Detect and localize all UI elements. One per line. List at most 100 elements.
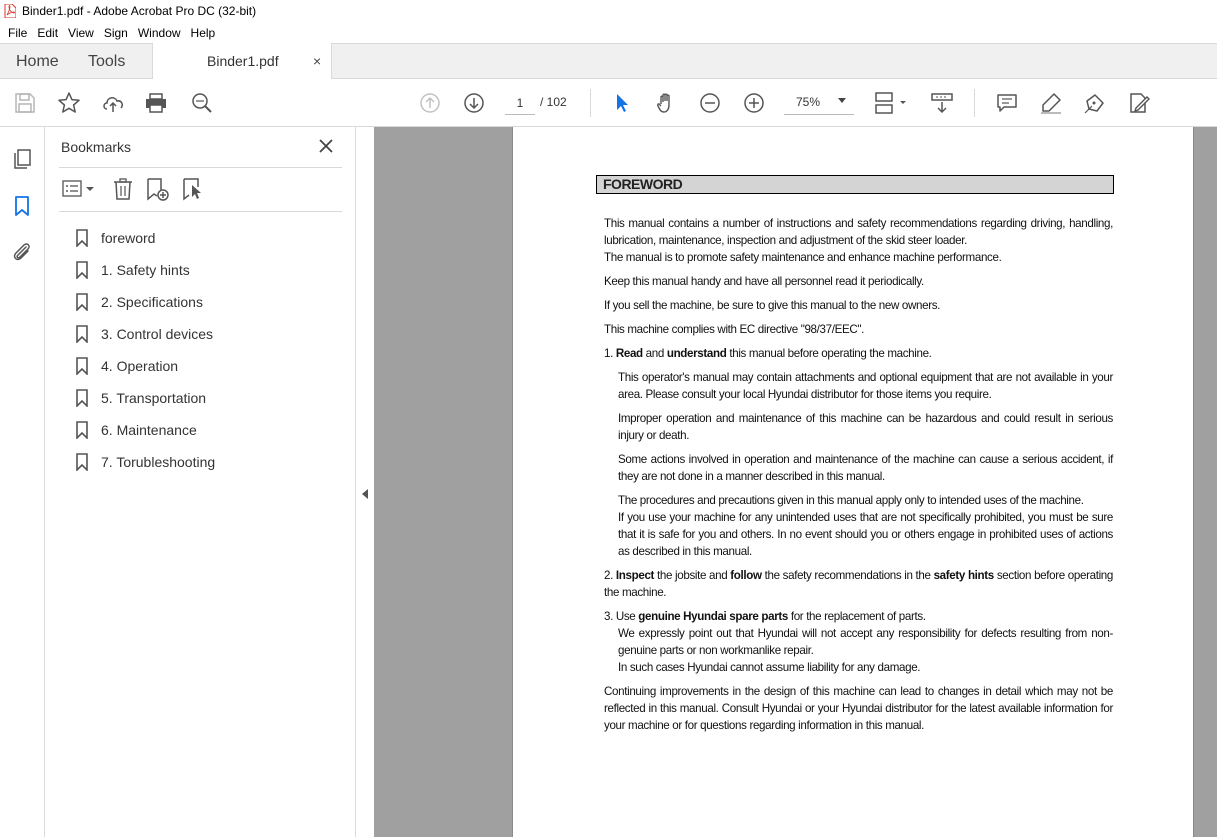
page-total: / 102 xyxy=(540,95,567,109)
bookmark-item-foreword[interactable]: foreword xyxy=(75,222,215,254)
menu-view[interactable]: View xyxy=(63,26,99,40)
paragraph: This manual contains a number of instruc… xyxy=(604,217,1113,247)
foreword-body: This manual contains a number of instruc… xyxy=(604,215,1113,741)
bookmark-panel-icon[interactable] xyxy=(10,194,34,218)
tab-home[interactable]: Home xyxy=(16,44,59,79)
bookmark-item-specifications[interactable]: 2. Specifications xyxy=(75,286,215,318)
new-bookmark-icon[interactable] xyxy=(145,177,171,201)
page-number-input[interactable] xyxy=(505,91,535,115)
menu-file[interactable]: File xyxy=(3,26,32,40)
bookmark-label: 6. Maintenance xyxy=(101,422,197,438)
bookmark-options-icon[interactable] xyxy=(61,177,97,201)
attachment-icon[interactable] xyxy=(10,240,34,264)
sub-paragraph: This operator's manual may contain attac… xyxy=(618,371,1113,401)
foreword-heading: FOREWORD xyxy=(596,175,1114,194)
panel-divider xyxy=(59,167,342,168)
toolbar-divider xyxy=(590,89,591,117)
menu-help[interactable]: Help xyxy=(186,26,221,40)
bookmark-item-control-devices[interactable]: 3. Control devices xyxy=(75,318,215,350)
paragraph: If you sell the machine, be sure to give… xyxy=(604,299,941,312)
bookmarks-panel: Bookmarks foreword 1. Safety hints 2. Sp… xyxy=(45,127,356,837)
bookmark-item-operation[interactable]: 4. Operation xyxy=(75,350,215,382)
sub-paragraph: We expressly point out that Hyundai will… xyxy=(618,627,1113,657)
sub-paragraph: The procedures and precautions given in … xyxy=(618,494,1084,507)
bookmark-icon xyxy=(76,229,88,247)
tab-document[interactable]: Binder1.pdf × xyxy=(152,43,332,80)
bookmarks-title: Bookmarks xyxy=(61,139,132,155)
page-display-icon[interactable] xyxy=(874,91,910,115)
bookmark-label: 1. Safety hints xyxy=(101,262,190,278)
bookmark-list: foreword 1. Safety hints 2. Specificatio… xyxy=(75,222,215,478)
numbered-item-1: 1. Read and understand this manual befor… xyxy=(604,345,1113,362)
star-icon[interactable] xyxy=(57,91,81,115)
bookmark-icon xyxy=(76,325,88,343)
select-cursor-icon[interactable] xyxy=(610,91,634,115)
document-viewport[interactable]: FOREWORD This manual contains a number o… xyxy=(374,127,1217,837)
item-number: 1. xyxy=(604,347,616,360)
menu-edit[interactable]: Edit xyxy=(32,26,63,40)
bookmark-icon xyxy=(76,261,88,279)
zoom-search-icon[interactable] xyxy=(190,91,214,115)
bookmark-icon xyxy=(76,293,88,311)
hand-tool-icon[interactable] xyxy=(654,91,678,115)
highlight-pen-icon[interactable] xyxy=(1039,91,1063,115)
bookmark-icon xyxy=(76,453,88,471)
bookmark-item-maintenance[interactable]: 6. Maintenance xyxy=(75,414,215,446)
bold-text: follow xyxy=(730,569,762,582)
panel-divider xyxy=(59,211,342,212)
scroll-mode-icon[interactable] xyxy=(930,91,954,115)
paragraph: Keep this manual handy and have all pers… xyxy=(604,275,924,288)
next-page-icon[interactable] xyxy=(462,91,486,115)
menu-window[interactable]: Window xyxy=(133,26,186,40)
paragraph: This machine complies with EC directive … xyxy=(604,323,865,336)
zoom-in-icon[interactable] xyxy=(742,91,766,115)
title-bar: Binder1.pdf - Adobe Acrobat Pro DC (32-b… xyxy=(0,0,1217,22)
bookmark-label: 2. Specifications xyxy=(101,294,203,310)
previous-page-icon[interactable] xyxy=(418,91,442,115)
item-text: the jobsite and xyxy=(654,569,731,582)
tab-tools[interactable]: Tools xyxy=(88,44,125,79)
bookmark-icon xyxy=(76,389,88,407)
sub-paragraph: In such cases Hyundai cannot assume liab… xyxy=(618,661,921,674)
bold-text: Read xyxy=(615,347,643,360)
save-icon[interactable] xyxy=(13,91,37,115)
item-text: this manual before operating the machine… xyxy=(726,347,932,360)
bookmark-label: 3. Control devices xyxy=(101,326,214,342)
zoom-select[interactable]: 75% xyxy=(784,91,854,115)
find-bookmark-icon[interactable] xyxy=(181,177,205,201)
sub-paragraph: If you use your machine for any unintend… xyxy=(618,511,1113,558)
bookmark-item-transportation[interactable]: 5. Transportation xyxy=(75,382,215,414)
item-number: 3. Use xyxy=(604,610,639,623)
tab-document-label: Binder1.pdf xyxy=(207,53,279,69)
paragraph: The manual is to promote safety maintena… xyxy=(604,251,1002,264)
paragraph: Continuing improvements in the design of… xyxy=(604,685,1113,732)
bold-text: understand xyxy=(666,347,727,360)
print-icon[interactable] xyxy=(144,91,168,115)
zoom-out-icon[interactable] xyxy=(698,91,722,115)
tab-close-button[interactable]: × xyxy=(313,43,321,80)
bold-text: safety hints xyxy=(933,569,995,582)
bookmark-icon xyxy=(76,421,88,439)
numbered-item-2: 2. Inspect the jobsite and follow the sa… xyxy=(604,567,1113,601)
pdf-page: FOREWORD This manual contains a number o… xyxy=(512,127,1194,837)
bookmark-icon xyxy=(76,357,88,375)
collapse-arrow-icon[interactable] xyxy=(362,489,368,499)
item-text: and xyxy=(642,347,667,360)
menu-sign[interactable]: Sign xyxy=(99,26,133,40)
cloud-upload-icon[interactable] xyxy=(101,91,125,115)
sub-paragraph: Improper operation and maintenance of th… xyxy=(618,412,1113,442)
fill-sign-icon[interactable] xyxy=(1127,91,1151,115)
panel-collapse-strip[interactable] xyxy=(356,127,374,837)
sign-pen-icon[interactable] xyxy=(1083,91,1107,115)
comment-icon[interactable] xyxy=(995,91,1019,115)
acrobat-logo-icon xyxy=(4,4,16,18)
delete-bookmark-icon[interactable] xyxy=(111,177,135,201)
close-icon[interactable] xyxy=(317,137,335,155)
pages-icon[interactable] xyxy=(10,147,34,171)
bookmark-label: 4. Operation xyxy=(101,358,179,374)
bookmark-item-safety-hints[interactable]: 1. Safety hints xyxy=(75,254,215,286)
bookmark-item-troubleshooting[interactable]: 7. Torubleshooting xyxy=(75,446,215,478)
toolbar-divider xyxy=(974,89,975,117)
item-text: for the replacement of parts. xyxy=(787,610,926,623)
bookmark-label: 5. Transportation xyxy=(101,390,207,406)
